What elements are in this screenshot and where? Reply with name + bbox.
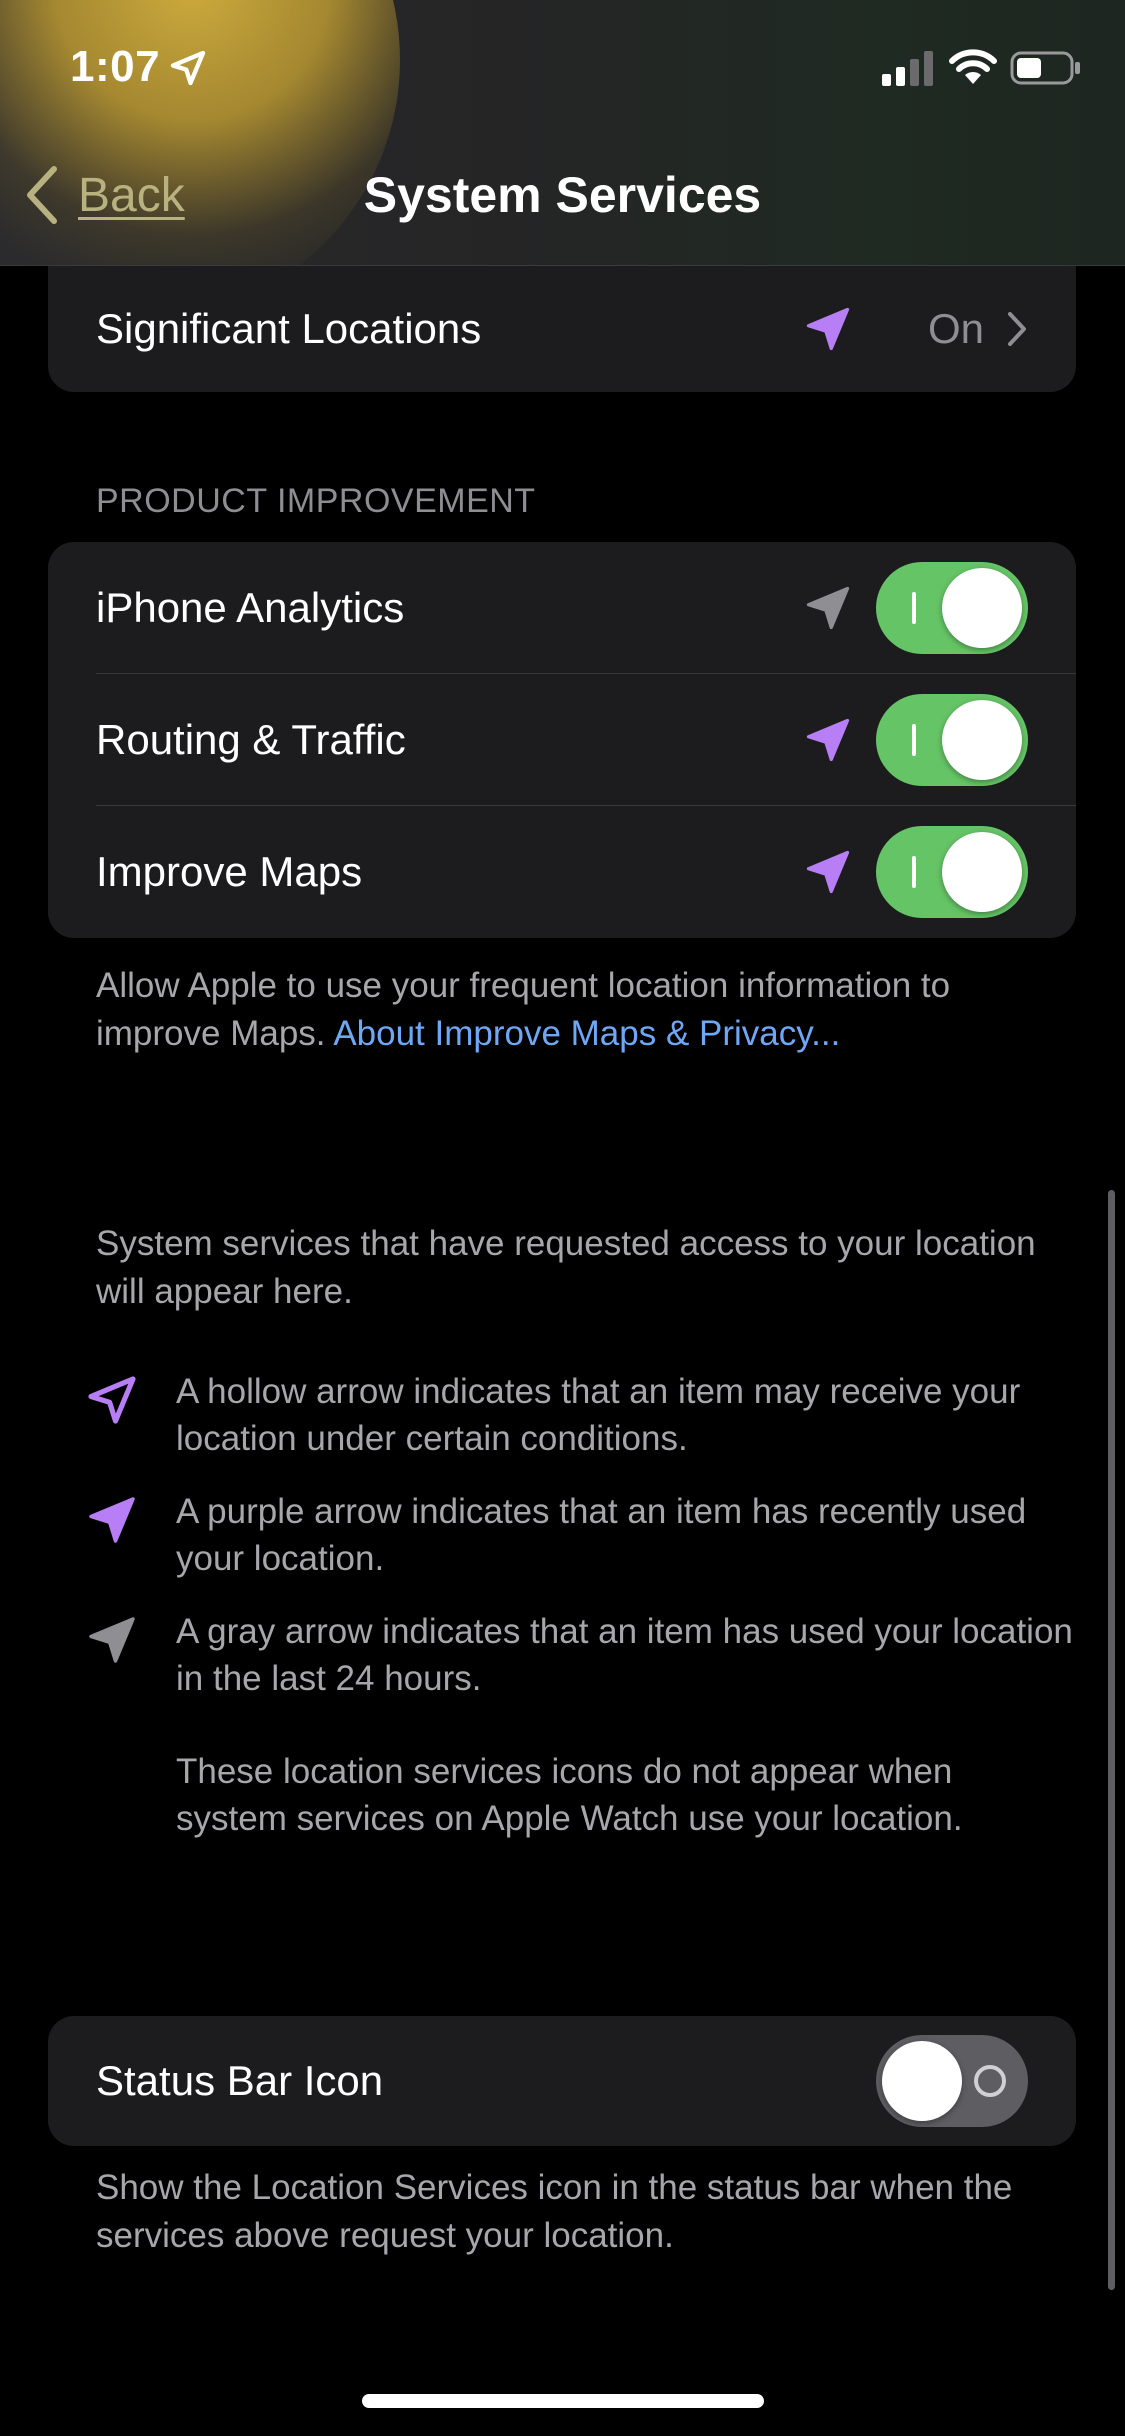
significant-locations-label: Significant Locations: [96, 305, 482, 352]
routing-traffic-row: Routing & Traffic: [48, 674, 1076, 806]
status-time: 1:07: [70, 42, 161, 91]
product-improvement-card: iPhone Analytics Routing & Traffic Impro…: [48, 542, 1076, 938]
toggle-knob: [942, 832, 1022, 912]
gray-location-arrow-icon: [806, 586, 850, 630]
routing-traffic-label: Routing & Traffic: [96, 716, 406, 763]
back-label: Back: [78, 168, 185, 222]
toggle-knob: [882, 2041, 962, 2121]
legend-text-gray: A gray arrow indicates that an item has …: [176, 1612, 1073, 1698]
improve-maps-toggle[interactable]: [876, 826, 1028, 918]
status-bar-icon-label: Status Bar Icon: [96, 2057, 384, 2104]
status-bar-icon-toggle[interactable]: [876, 2035, 1028, 2127]
toggle-knob: [942, 700, 1022, 780]
back-button[interactable]: Back: [24, 160, 185, 230]
purple-location-arrow-icon: [89, 1497, 135, 1543]
iphone-analytics-label: iPhone Analytics: [96, 584, 405, 631]
purple-location-arrow-icon: [806, 850, 850, 894]
significant-locations-row[interactable]: Significant Locations On: [48, 266, 1076, 392]
routing-traffic-toggle[interactable]: [876, 694, 1028, 786]
hollow-location-arrow-icon: [88, 1376, 136, 1424]
cellular-signal-icon: [882, 51, 933, 86]
significant-locations-card: Significant Locations On: [48, 266, 1076, 392]
chevron-right-icon: [1008, 312, 1026, 346]
home-indicator[interactable]: [362, 2394, 764, 2408]
battery-icon: [1010, 51, 1080, 85]
toggle-on-mark: [912, 724, 916, 756]
toggle-off-mark: [974, 2065, 1006, 2097]
purple-location-arrow-icon: [806, 718, 850, 762]
status-bar-icon-footnote: Show the Location Services icon in the s…: [96, 2168, 1013, 2255]
legend-text-purple: A purple arrow indicates that an item ha…: [176, 1492, 1027, 1578]
scroll-indicator: [1108, 1190, 1115, 2290]
legend-text-hollow: A hollow arrow indicates that an item ma…: [176, 1372, 1021, 1458]
product-improvement-header: PRODUCT IMPROVEMENT: [96, 482, 536, 520]
status-bar-icon-row: Status Bar Icon: [48, 2016, 1076, 2146]
toggle-on-mark: [912, 592, 916, 624]
status-bar-icon-card: Status Bar Icon: [48, 2016, 1076, 2146]
toggle-on-mark: [912, 856, 916, 888]
iphone-analytics-toggle[interactable]: [876, 562, 1028, 654]
purple-location-arrow-icon: [806, 307, 850, 351]
significant-locations-value: On: [927, 305, 984, 352]
location-arrow-icon: [170, 50, 206, 86]
apple-watch-note: These location services icons do not app…: [176, 1752, 963, 1838]
wifi-icon: [949, 49, 997, 84]
improve-maps-footnote: Allow Apple to use your frequent locatio…: [96, 962, 1046, 1058]
chevron-left-icon: [27, 166, 57, 224]
iphone-analytics-row: iPhone Analytics: [48, 542, 1076, 674]
gray-location-arrow-icon: [89, 1617, 135, 1663]
improve-maps-row: Improve Maps: [48, 806, 1076, 938]
legend-intro: System services that have requested acce…: [96, 1224, 1036, 1311]
improve-maps-label: Improve Maps: [96, 848, 363, 895]
about-improve-maps-link[interactable]: About Improve Maps & Privacy...: [333, 1014, 840, 1053]
toggle-knob: [942, 568, 1022, 648]
navigation-bar: 1:07 Back System Services: [0, 0, 1125, 266]
